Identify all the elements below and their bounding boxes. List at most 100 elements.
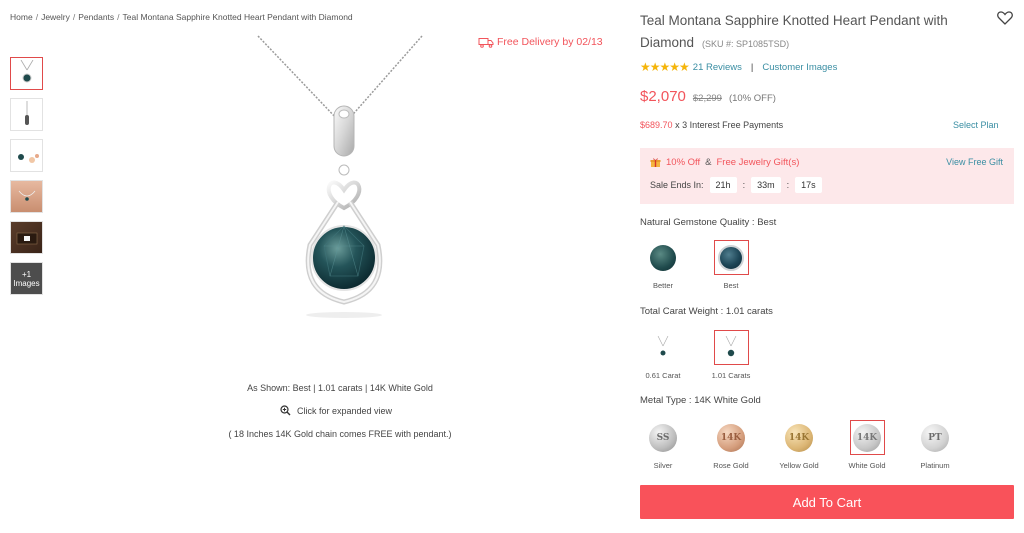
quality-option-label: Best xyxy=(723,281,739,290)
breadcrumb-current: Teal Montana Sapphire Knotted Heart Pend… xyxy=(122,12,353,22)
product-title: Teal Montana Sapphire Knotted Heart Pend… xyxy=(640,10,980,55)
promo-discount: 10% Off xyxy=(666,157,701,168)
breadcrumb-pendants[interactable]: Pendants xyxy=(78,12,114,22)
countdown-minutes: 33m xyxy=(751,177,781,193)
pendant-small-icon xyxy=(657,335,669,355)
gemstone-better-icon xyxy=(650,244,676,271)
wishlist-button[interactable] xyxy=(997,11,1013,30)
carat-label: Total Carat Weight : 1.01 carats xyxy=(640,306,773,317)
promo-banner: 10% Off & Free Jewelry Gift(s) View Free… xyxy=(640,148,1014,204)
carat-option-label: 1.01 Carats xyxy=(711,371,751,380)
view-free-gift-link[interactable]: View Free Gift xyxy=(946,157,1003,167)
quality-option-best[interactable]: Best xyxy=(706,240,756,290)
gemstone-best-icon xyxy=(718,244,744,271)
white-gold-coin-icon: 14K xyxy=(853,423,881,452)
delivery-text: Free Delivery by 02/13 xyxy=(497,36,603,48)
gift-icon xyxy=(650,158,661,167)
breadcrumb-jewelry[interactable]: Jewelry xyxy=(41,12,70,22)
thumbnail-list: +1 Images xyxy=(10,57,44,303)
metal-option-label: Silver xyxy=(653,461,673,470)
metal-option-white-gold[interactable]: 14K White Gold xyxy=(842,420,892,470)
promo-gift: Free Jewelry Gift(s) xyxy=(716,157,800,168)
promo-offer-line: 10% Off & Free Jewelry Gift(s) xyxy=(650,157,799,168)
more-count: +1 xyxy=(21,269,32,279)
metal-swatch: 14K xyxy=(849,420,885,455)
main-product-image[interactable] xyxy=(230,30,470,330)
expand-view-link[interactable]: Click for expanded view xyxy=(280,405,392,416)
carat-swatch xyxy=(713,330,749,365)
metal-option-platinum[interactable]: PT Platinum xyxy=(910,420,960,470)
thumbnail-gift-box[interactable] xyxy=(10,221,43,254)
breadcrumb: Home / Jewelry / Pendants / Teal Montana Sapph… xyxy=(10,12,353,22)
price-row: $2,070 $2,299 (10% OFF) xyxy=(640,88,776,105)
quality-swatch xyxy=(713,240,749,275)
silver-coin-icon: SS xyxy=(649,423,677,452)
metal-option-yellow-gold[interactable]: 14K Yellow Gold xyxy=(774,420,824,470)
yellow-gold-coin-icon: 14K xyxy=(785,423,813,452)
customer-images-link[interactable]: Customer Images xyxy=(762,62,837,73)
add-to-cart-button[interactable]: Add To Cart xyxy=(640,485,1014,519)
breadcrumb-home[interactable]: Home xyxy=(10,12,33,22)
countdown-hours: 21h xyxy=(709,177,737,193)
countdown-seconds: 17s xyxy=(795,177,822,193)
quality-option-better[interactable]: Better xyxy=(638,240,688,290)
breadcrumb-separator: / xyxy=(117,12,120,22)
product-sku: (SKU #: SP1085TSD) xyxy=(702,39,790,49)
metal-swatch: 14K xyxy=(714,420,749,455)
metal-option-label: Rose Gold xyxy=(713,461,749,470)
as-shown-caption: As Shown: Best | 1.01 carats | 14K White… xyxy=(247,383,433,393)
rating-divider: | xyxy=(750,61,754,73)
current-price: $2,070 xyxy=(640,88,686,105)
rating-row: ★★★★★ 21 Reviews | Customer Images xyxy=(640,60,837,74)
metal-option-silver[interactable]: SS Silver xyxy=(638,420,688,470)
truck-icon xyxy=(478,37,494,48)
metal-option-rose-gold[interactable]: 14K Rose Gold xyxy=(706,420,756,470)
quality-option-label: Better xyxy=(652,281,673,290)
thumbnail-pendant-side[interactable] xyxy=(10,98,43,131)
carat-option-061[interactable]: 0.61 Carat xyxy=(638,330,688,380)
quality-swatch xyxy=(646,240,681,275)
installment-info: $689.70 x 3 Interest Free Payments xyxy=(640,120,783,130)
pendant-large-icon xyxy=(725,335,737,356)
product-title-text: Teal Montana Sapphire Knotted Heart Pend… xyxy=(640,13,948,50)
sale-ends-label: Sale Ends In: xyxy=(650,180,704,190)
installment-text: x 3 Interest Free Payments xyxy=(675,120,784,130)
pendant-thumb-icon xyxy=(20,59,33,82)
breadcrumb-separator: / xyxy=(35,12,39,22)
thumbnail-pendant-scale[interactable] xyxy=(10,139,43,172)
metal-swatch: 14K xyxy=(782,420,817,455)
thumbnail-more-images[interactable]: +1 Images xyxy=(10,262,43,295)
carat-option-label: 0.61 Carat xyxy=(645,371,681,380)
metal-option-label: White Gold xyxy=(848,461,886,470)
zoom-in-icon xyxy=(280,405,291,416)
neck-model-icon xyxy=(18,190,35,201)
quality-label: Natural Gemstone Quality : Best xyxy=(640,217,777,228)
pendant-side-icon xyxy=(24,100,29,125)
star-rating-icon: ★★★★★ xyxy=(640,60,690,74)
rose-gold-coin-icon: 14K xyxy=(717,423,745,452)
promo-amp: & xyxy=(705,157,712,168)
sale-countdown: Sale Ends In: 21h : 33m : 17s xyxy=(650,177,822,193)
chain-note: ( 18 Inches 14K Gold chain comes FREE wi… xyxy=(228,429,452,439)
delivery-info: Free Delivery by 02/13 xyxy=(478,36,603,48)
thumbnail-pendant-on-neck[interactable] xyxy=(10,180,43,213)
expand-view-text: Click for expanded view xyxy=(297,405,393,416)
metal-option-label: Yellow Gold xyxy=(779,461,819,470)
countdown-separator: : xyxy=(742,180,746,190)
heart-icon xyxy=(997,11,1013,25)
metal-swatch: SS xyxy=(646,420,681,455)
countdown-separator: : xyxy=(786,180,790,190)
breadcrumb-separator: / xyxy=(72,12,76,22)
select-plan-link[interactable]: Select Plan xyxy=(953,120,999,130)
metal-option-label: Platinum xyxy=(920,461,950,470)
more-label: Images xyxy=(13,278,40,288)
gift-box-icon xyxy=(16,232,37,244)
reviews-link[interactable]: 21 Reviews xyxy=(693,62,742,73)
installment-amount: $689.70 xyxy=(640,120,673,130)
platinum-coin-icon: PT xyxy=(921,423,949,452)
carat-option-101[interactable]: 1.01 Carats xyxy=(706,330,756,380)
thumbnail-pendant-front[interactable] xyxy=(10,57,43,90)
pendant-scale-icon xyxy=(17,153,39,163)
pendant-image xyxy=(257,35,423,318)
carat-swatch xyxy=(646,330,681,365)
